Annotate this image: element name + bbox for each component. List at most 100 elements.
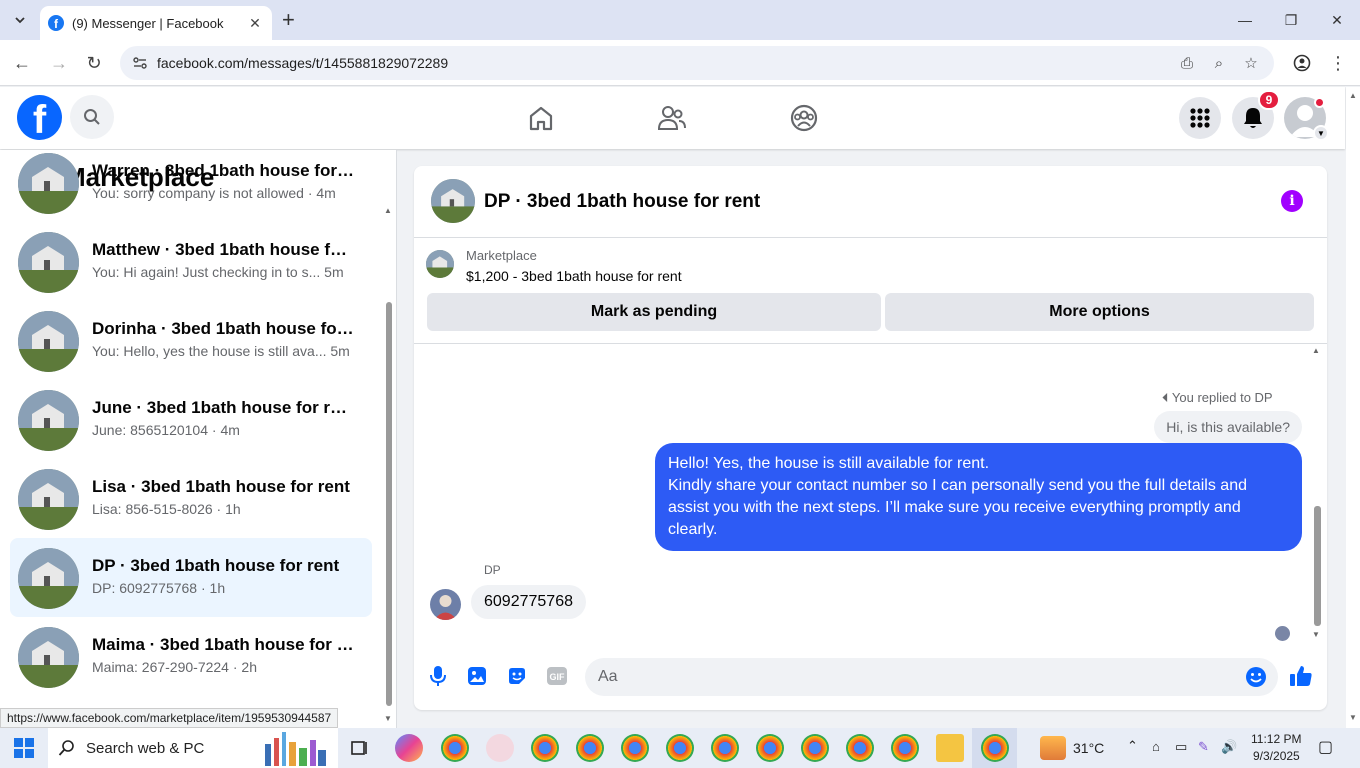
chat-title[interactable]: DP · 3bed 1bath house for rent [484, 191, 760, 213]
chrome-app-icon[interactable] [801, 734, 829, 762]
bookmark-star-icon[interactable]: ☆ [1242, 54, 1260, 72]
temperature[interactable]: 31°C [1073, 740, 1104, 756]
clock-time[interactable]: 11:12 PM [1251, 732, 1301, 746]
reply-indicator: ⏴ You replied to DP [1162, 390, 1273, 406]
info-icon[interactable]: i [1281, 190, 1303, 212]
browser-tab[interactable]: f (9) Messenger | Facebook ✕ [40, 6, 272, 40]
scroll-up-icon[interactable]: ▲ [1312, 346, 1320, 355]
link-preview-status: https://www.facebook.com/marketplace/ite… [0, 708, 339, 728]
account-alert-dot [1314, 97, 1325, 108]
chrome-app-icon[interactable] [711, 734, 739, 762]
chrome-app-icon[interactable] [576, 734, 604, 762]
groups-nav-button[interactable] [787, 101, 821, 135]
voice-clip-icon[interactable] [426, 664, 450, 688]
tab-search-button[interactable] [8, 8, 32, 32]
received-message-bubble[interactable]: 6092775768 [471, 585, 586, 619]
copilot-icon[interactable] [395, 734, 423, 762]
conversation-item[interactable]: June · 3bed 1bath house for rent June: 8… [10, 380, 372, 459]
listing-price[interactable]: $1,200 - 3bed 1bath house for rent [466, 268, 682, 284]
more-options-button[interactable]: More options [885, 293, 1314, 331]
close-window-button[interactable]: ✕ [1314, 0, 1360, 40]
facebook-logo-icon[interactable]: f [17, 95, 62, 140]
chrome-app-icon[interactable] [621, 734, 649, 762]
mark-as-pending-button[interactable]: Mark as pending [427, 293, 881, 331]
maximize-button[interactable]: ❐ [1268, 0, 1314, 40]
gif-icon[interactable]: GIF [545, 664, 569, 688]
install-app-icon[interactable]: ⎙ [1178, 54, 1196, 72]
reload-button[interactable]: ↻ [81, 50, 107, 76]
conversation-item[interactable]: Dorinha · 3bed 1bath house for r... You:… [10, 301, 372, 380]
home-nav-button[interactable] [524, 101, 558, 135]
tray-chevron-up-icon[interactable]: ⌃ [1127, 738, 1138, 754]
friends-nav-button[interactable] [655, 101, 689, 135]
chrome-app-icon[interactable] [441, 734, 469, 762]
chrome-app-icon[interactable] [756, 734, 784, 762]
volume-icon[interactable]: 🔊 [1221, 739, 1237, 755]
back-button[interactable]: ← [9, 50, 35, 76]
browser-tab-bar: f (9) Messenger | Facebook ✕ + — ❐ ✕ [0, 0, 1360, 40]
sidebar-scroll-thumb[interactable] [386, 302, 392, 706]
sender-avatar[interactable] [430, 589, 461, 620]
scroll-down-icon[interactable]: ▼ [1312, 630, 1320, 639]
conversation-sidebar: ← Marketplace Warren · 3bed 1bath house … [0, 150, 397, 728]
conversation-item[interactable]: Lisa · 3bed 1bath house for rent Lisa: 8… [10, 459, 372, 538]
conversation-name: Warren · 3bed 1bath house for r... [92, 161, 354, 180]
account-chevron-icon[interactable]: ▼ [1313, 125, 1329, 141]
file-explorer-icon[interactable] [936, 734, 964, 762]
tab-close-icon[interactable]: ✕ [246, 15, 264, 32]
conversation-item[interactable]: Maima · 3bed 1bath house for re... Maima… [10, 617, 372, 696]
search-button[interactable] [70, 95, 114, 139]
menu-grid-button[interactable] [1179, 97, 1221, 139]
conversation-item[interactable]: Matthew · 3bed 1bath house for ... You: … [10, 222, 372, 301]
page-scrollbar[interactable]: ▲ ▼ [1346, 87, 1360, 728]
zoom-icon[interactable]: ⌕ [1210, 54, 1228, 72]
conversation-snippet: DP: 6092775768 · 1h [92, 580, 226, 596]
site-settings-icon[interactable] [132, 55, 148, 71]
chrome-app-icon[interactable] [666, 734, 694, 762]
scroll-up-icon[interactable]: ▲ [384, 206, 392, 215]
listing-small-thumbnail[interactable] [426, 250, 454, 278]
conversation-name: Maima · 3bed 1bath house for re... [92, 635, 354, 654]
clock-date[interactable]: 9/3/2025 [1253, 749, 1300, 763]
weather-icon[interactable] [1040, 736, 1066, 760]
message-input[interactable] [585, 658, 1225, 696]
scroll-down-icon[interactable]: ▼ [1349, 713, 1357, 722]
message-input-box[interactable] [585, 658, 1278, 696]
chat-scrollbar[interactable]: ▲ ▼ [1312, 346, 1322, 642]
windows-taskbar: Search web & PC 31°C ⌃ ⌂ ▭ ✎ 🔊 11:12 PM … [0, 728, 1360, 768]
sidebar-scrollbar[interactable]: ▲ ▼ [384, 152, 392, 723]
scroll-down-icon[interactable]: ▼ [384, 714, 392, 723]
taskbar-search[interactable]: Search web & PC [48, 728, 338, 768]
new-tab-button[interactable]: + [282, 8, 295, 32]
conversation-item[interactable]: Warren · 3bed 1bath house for r... You: … [10, 150, 372, 222]
sticker-icon[interactable] [505, 664, 529, 688]
chrome-app-icon[interactable] [981, 734, 1009, 762]
quoted-message[interactable]: Hi, is this available? [1154, 411, 1302, 443]
conversation-snippet: June: 8565120104 · 4m [92, 422, 240, 438]
windows-start-icon[interactable] [14, 738, 34, 758]
app-icon[interactable] [486, 734, 514, 762]
scroll-up-icon[interactable]: ▲ [1349, 91, 1357, 100]
address-bar[interactable]: facebook.com/messages/t/1455881829072289… [120, 46, 1274, 80]
attach-photo-icon[interactable] [465, 664, 489, 688]
conversation-snippet: You: Hello, yes the house is still ava..… [92, 343, 350, 359]
browser-menu-icon[interactable]: ⋮ [1325, 50, 1351, 76]
task-view-icon[interactable] [346, 734, 374, 762]
conversation-item-active[interactable]: DP · 3bed 1bath house for rent DP: 60927… [10, 538, 372, 617]
profile-icon[interactable] [1289, 50, 1315, 76]
chat-scroll-thumb[interactable] [1314, 506, 1321, 626]
pen-icon[interactable]: ✎ [1198, 739, 1209, 755]
chrome-app-icon[interactable] [531, 734, 559, 762]
chat-listing-thumbnail[interactable] [431, 179, 475, 223]
chrome-app-icon[interactable] [846, 734, 874, 762]
like-thumb-icon[interactable] [1289, 664, 1313, 688]
forward-button[interactable]: → [46, 50, 72, 76]
sent-message-bubble[interactable]: Hello! Yes, the house is still available… [655, 443, 1302, 551]
notification-center-icon[interactable]: ▢ [1318, 737, 1333, 757]
tray-app-icon[interactable]: ⌂ [1152, 739, 1160, 754]
chrome-app-icon[interactable] [891, 734, 919, 762]
svg-text:GIF: GIF [550, 672, 566, 682]
emoji-icon[interactable] [1245, 666, 1267, 688]
network-icon[interactable]: ▭ [1175, 739, 1187, 755]
minimize-button[interactable]: — [1222, 0, 1268, 40]
